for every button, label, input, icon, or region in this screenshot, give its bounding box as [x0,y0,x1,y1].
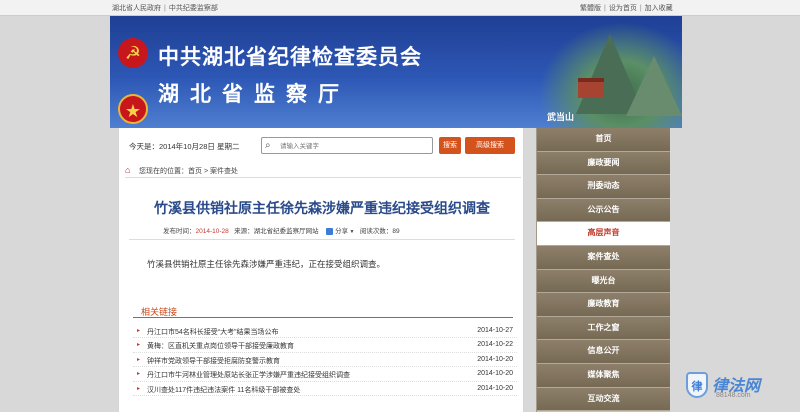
bullet-icon: ▸ [137,342,141,349]
sidebar-item-dynamics[interactable]: 刑委动态 [537,175,670,199]
date-search-bar: 今天是：2014年10月28日 星期二 ⌕ 搜索 高级搜索 [119,136,525,156]
list-item[interactable]: ▸ 汉川查处117件违纪违法案件 11名科级干部被查处 2014-10-20 [133,382,517,396]
search-icon: ⌕ [265,140,271,151]
current-date: 今天是：2014年10月28日 星期二 [129,142,240,151]
sidebar-item-notices[interactable]: 公示公告 [537,198,670,223]
related-link-title[interactable]: 黄梅：区直机关重点岗位领导干部接受廉政教育 [147,341,294,351]
bullet-icon: ▸ [137,385,141,392]
share-icon[interactable] [326,227,334,235]
site-banner: ☭ 中共湖北省纪律检查委员会 ★ 湖北省监察厅 武当山 [110,16,682,128]
top-right-links: 繁體版 | 设为首页 | 加入收藏 [580,3,673,13]
party-emblem-icon: ☭ [118,38,148,68]
sidebar-item-work-window[interactable]: 工作之窗 [537,316,670,341]
publish-date: 2014-10-28 [195,228,229,235]
main-content-panel: 今天是：2014年10月28日 星期二 ⌕ 搜索 高级搜索 ⌂ 您现在的位置：首… [118,128,524,412]
sidebar-item-case-handling[interactable]: 案件查处 [537,245,670,270]
related-link-date: 2014-10-27 [477,327,513,334]
related-link-title[interactable]: 钟祥市党政领导干部接受拒腐防变警示教育 [147,356,280,366]
related-link-date: 2014-10-20 [477,355,513,363]
mountain-peak-shape [626,56,682,116]
article-source: 来源：湖北省纪委监察厅网站 [234,228,319,235]
breadcrumb: ⌂ 您现在的位置：首页 > 案件查处 [125,164,521,178]
mountain-label: 武当山 [546,112,574,122]
watermark-url: 88148.com [716,392,751,399]
sidebar-item-media-focus[interactable]: 媒体聚焦 [537,363,670,388]
link-add-favorite[interactable]: 加入收藏 [645,3,673,13]
sidebar-item-info-disclosure[interactable]: 信息公开 [537,340,670,364]
search-input[interactable] [280,140,430,152]
sidebar-item-high-level-voice[interactable]: 高层声音 [537,222,670,246]
link-hubei-gov[interactable]: 湖北省人民政府 [112,3,161,13]
share-button[interactable]: 分享 [335,228,348,235]
breadcrumb-text[interactable]: 您现在的位置：首页 > 案件查处 [139,166,238,176]
bullet-icon: ▸ [137,356,141,363]
related-link-date: 2014-10-20 [477,370,513,378]
shield-icon: 律 [686,372,708,398]
sidebar-item-exposure[interactable]: 曝光台 [537,269,670,294]
search-button[interactable]: 搜索 [439,137,461,154]
article-title: 竹溪县供销社原主任徐先森涉嫌严重违纪接受组织调查 [154,201,490,217]
sidebar-item-interaction[interactable]: 互动交流 [537,387,670,412]
list-item[interactable]: ▸ 钟祥市党政领导干部接受拒腐防变警示教育 2014-10-20 [133,353,517,368]
sidebar-item-education[interactable]: 廉政教育 [537,293,670,317]
related-link-date: 2014-10-22 [477,341,513,349]
link-traditional[interactable]: 繁體版 [580,3,601,13]
search-box[interactable]: ⌕ [261,137,433,154]
sidebar-item-news[interactable]: 廉政要闻 [537,151,670,176]
related-links-title: 相关链接 [141,307,178,317]
separator: | [639,5,642,12]
divider [129,239,515,240]
related-link-title[interactable]: 丹江口市54名科长接受“大考”结果当场公布 [147,327,278,337]
article-body: 竹溪县供销社原主任徐先森涉嫌严重违纪，正在接受组织调查。 [147,259,386,269]
watermark-icon-text: 律 [691,381,703,393]
link-central-discipline[interactable]: 中共纪委监察部 [169,3,218,13]
sidebar-item-home[interactable]: 首页 [537,128,670,152]
view-count: 阅读次数：89 [359,228,400,235]
related-link-title[interactable]: 丹江口市牛河林业管理处原站长张正学涉嫌严重违纪接受组织调查 [147,370,350,380]
home-icon[interactable]: ⌂ [125,165,130,175]
bullet-icon: ▸ [137,328,141,334]
temple-shape [578,78,604,98]
separator: | [604,5,606,12]
chevron-down-icon[interactable]: ▼ [348,229,354,235]
related-link-title[interactable]: 汉川查处117件违纪违法案件 11名科级干部被查处 [147,385,300,395]
advanced-search-button[interactable]: 高级搜索 [465,137,515,154]
article-meta: 发布时间：2014-10-28 来源：湖北省纪委监察厅网站 分享 ▼ 阅读次数：… [163,225,483,235]
banner-title-supervision: 湖北省监察厅 [158,81,350,106]
list-item[interactable]: ▸ 丹江口市牛河林业管理处原站长张正学涉嫌严重违纪接受组织调查 2014-10-… [133,367,517,382]
related-link-date: 2014-10-20 [477,384,513,392]
related-links-list: ▸ 丹江口市54名科长接受“大考”结果当场公布 2014-10-27 ▸ 黄梅：… [133,324,517,396]
bullet-icon: ▸ [137,371,141,378]
related-links-header: 相关链接 [133,304,513,318]
list-item[interactable]: ▸ 黄梅：区直机关重点岗位领导干部接受廉政教育 2014-10-22 [133,338,517,353]
national-emblem-icon: ★ [118,94,148,124]
top-utility-bar: 湖北省人民政府 | 中共纪委监察部 繁體版 | 设为首页 | 加入收藏 [0,0,800,16]
publish-label: 发布时间： [163,228,196,235]
list-item[interactable]: ▸ 丹江口市54名科长接受“大考”结果当场公布 2014-10-27 [133,324,517,339]
watermark-logo: 律 律法网 88148.com [686,370,796,408]
side-navigation: 首页 廉政要闻 刑委动态 公示公告 高层声音 案件查处 曝光台 廉政教育 工作之… [536,128,670,412]
banner-title-commission: 中共湖北省纪律检查委员会 [158,44,422,69]
link-set-homepage[interactable]: 设为首页 [609,3,637,13]
separator: | [164,5,166,12]
top-left-links: 湖北省人民政府 | 中共纪委监察部 [112,3,218,13]
